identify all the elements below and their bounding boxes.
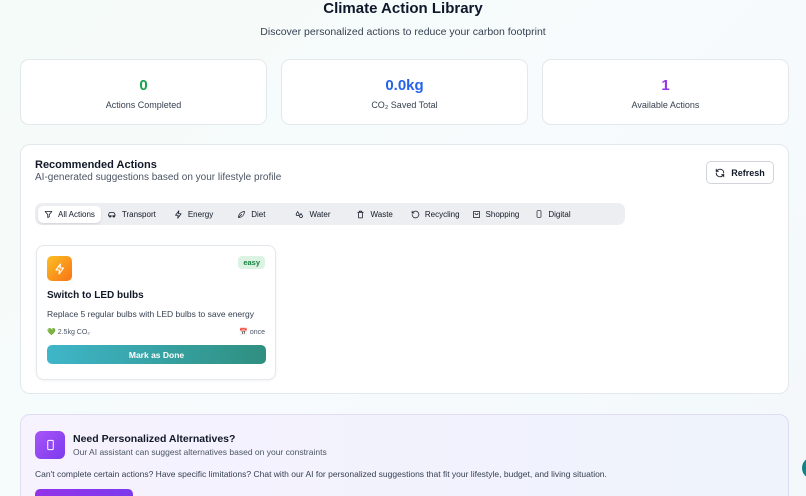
section-title: Recommended Actions [35,159,157,171]
frequency-value: once [249,328,265,336]
category-filter-bar: All Actions Transport Energy Diet Water … [35,203,625,225]
stat-value: 0.0kg [385,77,424,94]
filter-label: Transport [121,209,156,219]
ai-subtitle: Our AI assistant can suggest alternative… [73,447,327,457]
filter-label: Shopping [485,209,520,219]
frequency: 📅 once [239,328,265,337]
filter-label: Diet [251,209,266,219]
trash-icon [357,210,364,218]
rotate-icon [411,210,420,218]
stat-label: Available Actions [631,100,700,110]
ai-title: Need Personalized Alternatives? [73,433,236,445]
refresh-label: Refresh [731,167,765,178]
refresh-icon [716,168,725,177]
filter-label: Water [309,209,331,219]
filter-icon [44,210,53,218]
smartphone-icon [46,439,54,451]
stat-value: 1 [661,77,670,94]
green-heart-icon: 💚 [47,329,56,336]
stats-row: 0 Actions Completed 0.0kg CO₂ Saved Tota… [20,59,789,125]
filter-label: Recycling [424,209,460,219]
leaf-icon [238,210,246,218]
co2-value: 2.5kg CO₂ [57,328,91,336]
co2-impact: 💚 2.5kg CO₂ [47,328,91,337]
filter-label: All Actions [58,209,95,219]
filter-energy[interactable]: Energy [168,206,219,223]
filter-water[interactable]: Water [289,206,336,223]
filter-recycling[interactable]: Recycling [405,206,466,223]
action-icon [47,256,72,281]
mark-as-done-button[interactable]: Mark as Done [47,345,266,364]
stat-label: Actions Completed [105,100,182,110]
filter-diet[interactable]: Diet [231,206,271,223]
recommended-actions-panel: Recommended Actions AI-generated suggest… [20,144,789,394]
lightning-icon [174,209,182,219]
section-subtitle: AI-generated suggestions based on your l… [35,172,282,183]
car-icon [108,211,116,217]
ai-icon [35,431,65,459]
lightning-icon [54,262,64,275]
stat-label: CO₂ Saved Total [371,100,438,110]
floating-chat-button[interactable] [802,457,806,479]
calendar-icon: 📅 [239,329,248,336]
shopping-bag-icon [472,210,480,218]
smartphone-icon [537,210,542,218]
stat-value: 0 [139,77,148,94]
page-title: Climate Action Library [323,0,483,17]
filter-label: Digital [548,209,571,219]
filter-shopping[interactable]: Shopping [466,206,526,223]
difficulty-badge: easy [238,256,265,269]
droplets-icon [296,210,304,218]
filter-digital[interactable]: Digital [529,206,576,223]
ai-chat-button[interactable] [35,489,133,496]
action-description: Replace 5 regular bulbs with LED bulbs t… [47,309,254,319]
stat-card-co2-saved: 0.0kg CO₂ Saved Total [281,59,528,125]
ai-description: Can't complete certain actions? Have spe… [35,469,607,479]
filter-all-actions[interactable]: All Actions [38,205,101,223]
ai-alternatives-panel: Need Personalized Alternatives? Our AI a… [20,414,789,496]
filter-waste[interactable]: Waste [350,206,398,223]
page-subtitle: Discover personalized actions to reduce … [260,26,546,38]
filter-label: Energy [187,209,214,219]
stat-card-available-actions: 1 Available Actions [542,59,789,125]
action-card: easy Switch to LED bulbs Replace 5 regul… [36,245,276,380]
filter-label: Waste [370,209,393,219]
stat-card-actions-completed: 0 Actions Completed [20,59,267,125]
refresh-button[interactable]: Refresh [706,161,774,184]
filter-transport[interactable]: Transport [101,206,162,223]
action-title: Switch to LED bulbs [47,290,144,301]
